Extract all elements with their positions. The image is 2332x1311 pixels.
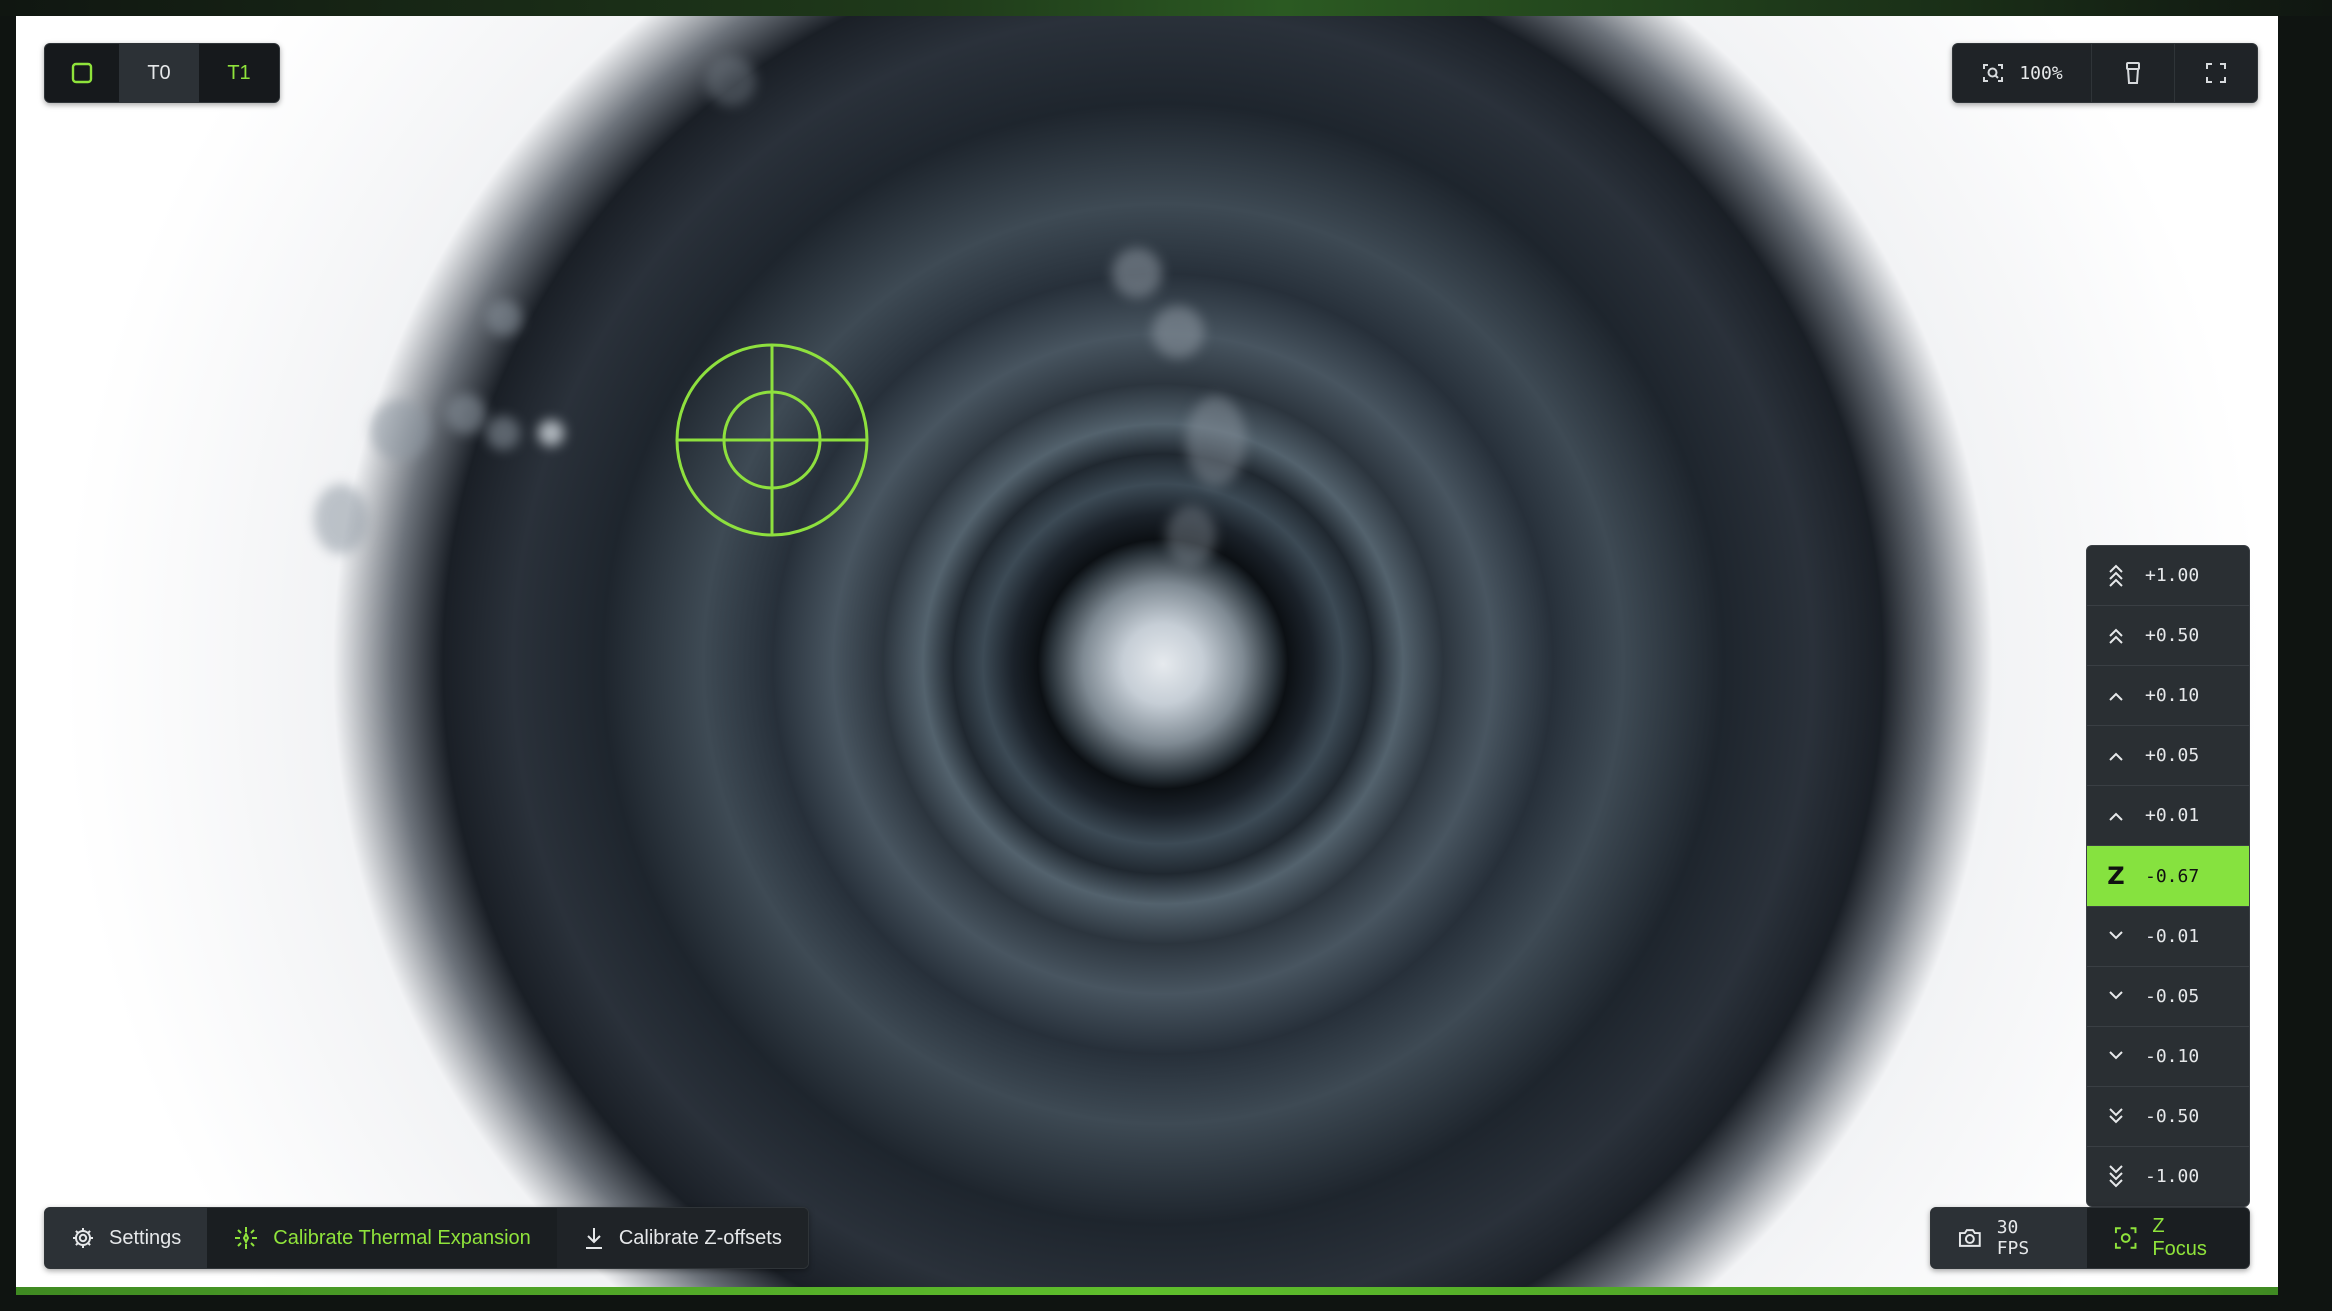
z-jog-up-0-01[interactable]: +0.01 <box>2087 786 2249 847</box>
zoom-level: 100% <box>2019 62 2063 84</box>
z-focus-button[interactable]: Z Focus <box>2087 1208 2249 1268</box>
chevrons-double-up-icon <box>2087 626 2145 646</box>
z-axis-label: Z <box>2107 862 2125 891</box>
chevron-down-icon <box>2087 989 2145 1003</box>
fps-readout: 30 FPS <box>1996 1217 2030 1259</box>
z-jog-controls: +1.00 +0.50 +0.10 +0.05 +0.01 Z -0.67 -0… <box>2086 545 2250 1207</box>
chevron-up-icon <box>2087 689 2145 703</box>
z-jog-down-0-10[interactable]: -0.10 <box>2087 1027 2249 1087</box>
camera-feed[interactable] <box>16 16 2278 1288</box>
download-icon <box>585 1228 602 1249</box>
zoom-button[interactable]: 100% <box>1953 44 2091 102</box>
fps-button[interactable]: 30 FPS <box>1931 1208 2087 1268</box>
camera-status-bar: 30 FPS Z Focus <box>1930 1207 2250 1269</box>
z-jog-up-0-10[interactable]: +0.10 <box>2087 666 2249 727</box>
tool-selector: T0 T1 <box>44 43 280 103</box>
calibrate-thermal-expansion-button[interactable]: Calibrate Thermal Expansion <box>207 1208 557 1268</box>
chevron-up-icon <box>2087 809 2145 823</box>
window-top-bar <box>0 0 2332 16</box>
z-jog-down-0-50[interactable]: -0.50 <box>2087 1087 2249 1147</box>
z-jog-down-0-01[interactable]: -0.01 <box>2087 907 2249 967</box>
tool-t1-button[interactable]: T1 <box>199 44 279 102</box>
z-jog-up-0-50[interactable]: +0.50 <box>2087 606 2249 667</box>
focus-target-icon <box>2114 1227 2137 1249</box>
tool-t0-button[interactable]: T0 <box>119 44 199 102</box>
z-jog-up-1-00[interactable]: +1.00 <box>2087 546 2249 607</box>
fullscreen-button[interactable] <box>2174 44 2257 102</box>
z-position-value: -0.67 <box>2145 865 2200 887</box>
view-controls: 100% <box>1952 43 2258 103</box>
z-position-readout: Z -0.67 <box>2087 846 2249 907</box>
action-bar: Settings Calibrate Thermal Expansion Cal… <box>44 1207 809 1269</box>
fullscreen-icon <box>2206 63 2226 83</box>
chevron-up-icon <box>2087 749 2145 763</box>
z-jog-down-0-05[interactable]: -0.05 <box>2087 967 2249 1027</box>
z-jog-up-0-05[interactable]: +0.05 <box>2087 726 2249 787</box>
crosshair-reticle <box>675 343 869 537</box>
chevron-down-icon <box>2087 1049 2145 1063</box>
z-jog-down-1-00[interactable]: -1.00 <box>2087 1147 2249 1206</box>
chevrons-double-down-icon <box>2087 1106 2145 1126</box>
thermal-sparkle-icon <box>235 1227 258 1249</box>
clear-button[interactable] <box>2091 44 2174 102</box>
status-strip <box>16 1287 2278 1295</box>
gear-icon <box>73 1228 93 1248</box>
zoom-focus-icon <box>1983 64 2004 82</box>
eraser-icon <box>2126 62 2140 84</box>
chevrons-triple-up-icon <box>2087 564 2145 588</box>
chevrons-triple-down-icon <box>2087 1164 2145 1188</box>
select-tool-button[interactable] <box>45 44 119 102</box>
calibrate-z-offsets-button[interactable]: Calibrate Z-offsets <box>556 1208 808 1268</box>
chevron-down-icon <box>2087 929 2145 943</box>
camera-icon <box>1958 1229 1981 1247</box>
square-icon <box>71 62 93 84</box>
settings-button[interactable]: Settings <box>45 1208 208 1268</box>
